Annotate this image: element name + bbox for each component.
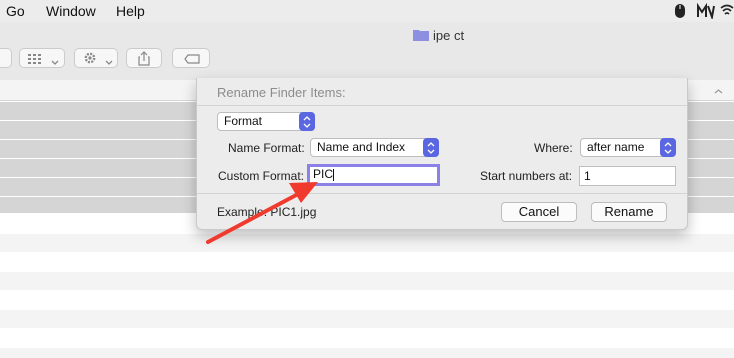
action-menu-button[interactable] xyxy=(74,48,118,68)
example-text: Example: PIC1.jpg xyxy=(217,205,317,219)
name-format-label: Name Format: xyxy=(228,141,305,155)
text-cursor xyxy=(333,168,335,181)
where-label: Where: xyxy=(534,141,573,155)
table-row[interactable] xyxy=(0,272,734,290)
start-numbers-label: Start numbers at: xyxy=(480,169,573,183)
dialog-title: Rename Finder Items: xyxy=(217,85,346,100)
stepper-chevrons-icon xyxy=(423,138,439,157)
table-row[interactable] xyxy=(0,348,734,358)
share-button[interactable] xyxy=(126,48,162,68)
custom-format-input[interactable]: PIC xyxy=(307,164,440,186)
chevron-down-icon xyxy=(105,55,113,69)
cancel-button[interactable]: Cancel xyxy=(501,202,577,222)
folder-icon xyxy=(413,28,429,41)
custom-format-label: Custom Format: xyxy=(218,169,305,183)
where-popup[interactable]: after name xyxy=(580,138,676,157)
divider xyxy=(197,193,687,194)
nav-back-button[interactable] xyxy=(0,48,12,68)
view-options-button[interactable] xyxy=(19,48,65,68)
custom-format-value: PIC xyxy=(313,167,334,181)
rename-button[interactable]: Rename xyxy=(591,202,667,222)
table-row[interactable] xyxy=(0,310,734,328)
mode-popup[interactable]: Format xyxy=(217,112,315,131)
name-format-value: Name and Index xyxy=(317,140,406,154)
menu-go[interactable]: Go xyxy=(6,3,25,19)
where-value: after name xyxy=(587,140,645,154)
table-row[interactable] xyxy=(0,234,734,252)
divider xyxy=(197,105,687,106)
sort-chevron-up-icon[interactable] xyxy=(714,84,723,98)
mode-popup-value: Format xyxy=(224,114,263,128)
chevron-down-icon xyxy=(51,55,59,69)
wifi-icon[interactable] xyxy=(720,3,734,20)
menu-help[interactable]: Help xyxy=(116,3,145,19)
share-icon xyxy=(138,51,150,69)
stepper-chevrons-icon xyxy=(660,138,676,157)
mouse-icon[interactable] xyxy=(674,3,686,22)
tag-button[interactable] xyxy=(172,48,210,68)
menu-bar: Go Window Help xyxy=(0,0,734,22)
menu-window[interactable]: Window xyxy=(46,3,96,19)
stepper-chevrons-icon xyxy=(299,112,315,131)
tag-icon xyxy=(184,53,200,67)
finder-toolbar: ipe ct xyxy=(0,22,734,81)
view-grid-icon xyxy=(28,53,42,67)
start-numbers-value: 1 xyxy=(584,169,591,183)
window-title: ipe ct xyxy=(433,28,465,43)
start-numbers-input[interactable]: 1 xyxy=(579,166,676,186)
app-menu-icon[interactable] xyxy=(696,2,716,22)
gear-icon xyxy=(83,51,97,68)
name-format-popup[interactable]: Name and Index xyxy=(310,138,439,157)
rename-dialog: Rename Finder Items: Format Name Format:… xyxy=(196,78,688,230)
